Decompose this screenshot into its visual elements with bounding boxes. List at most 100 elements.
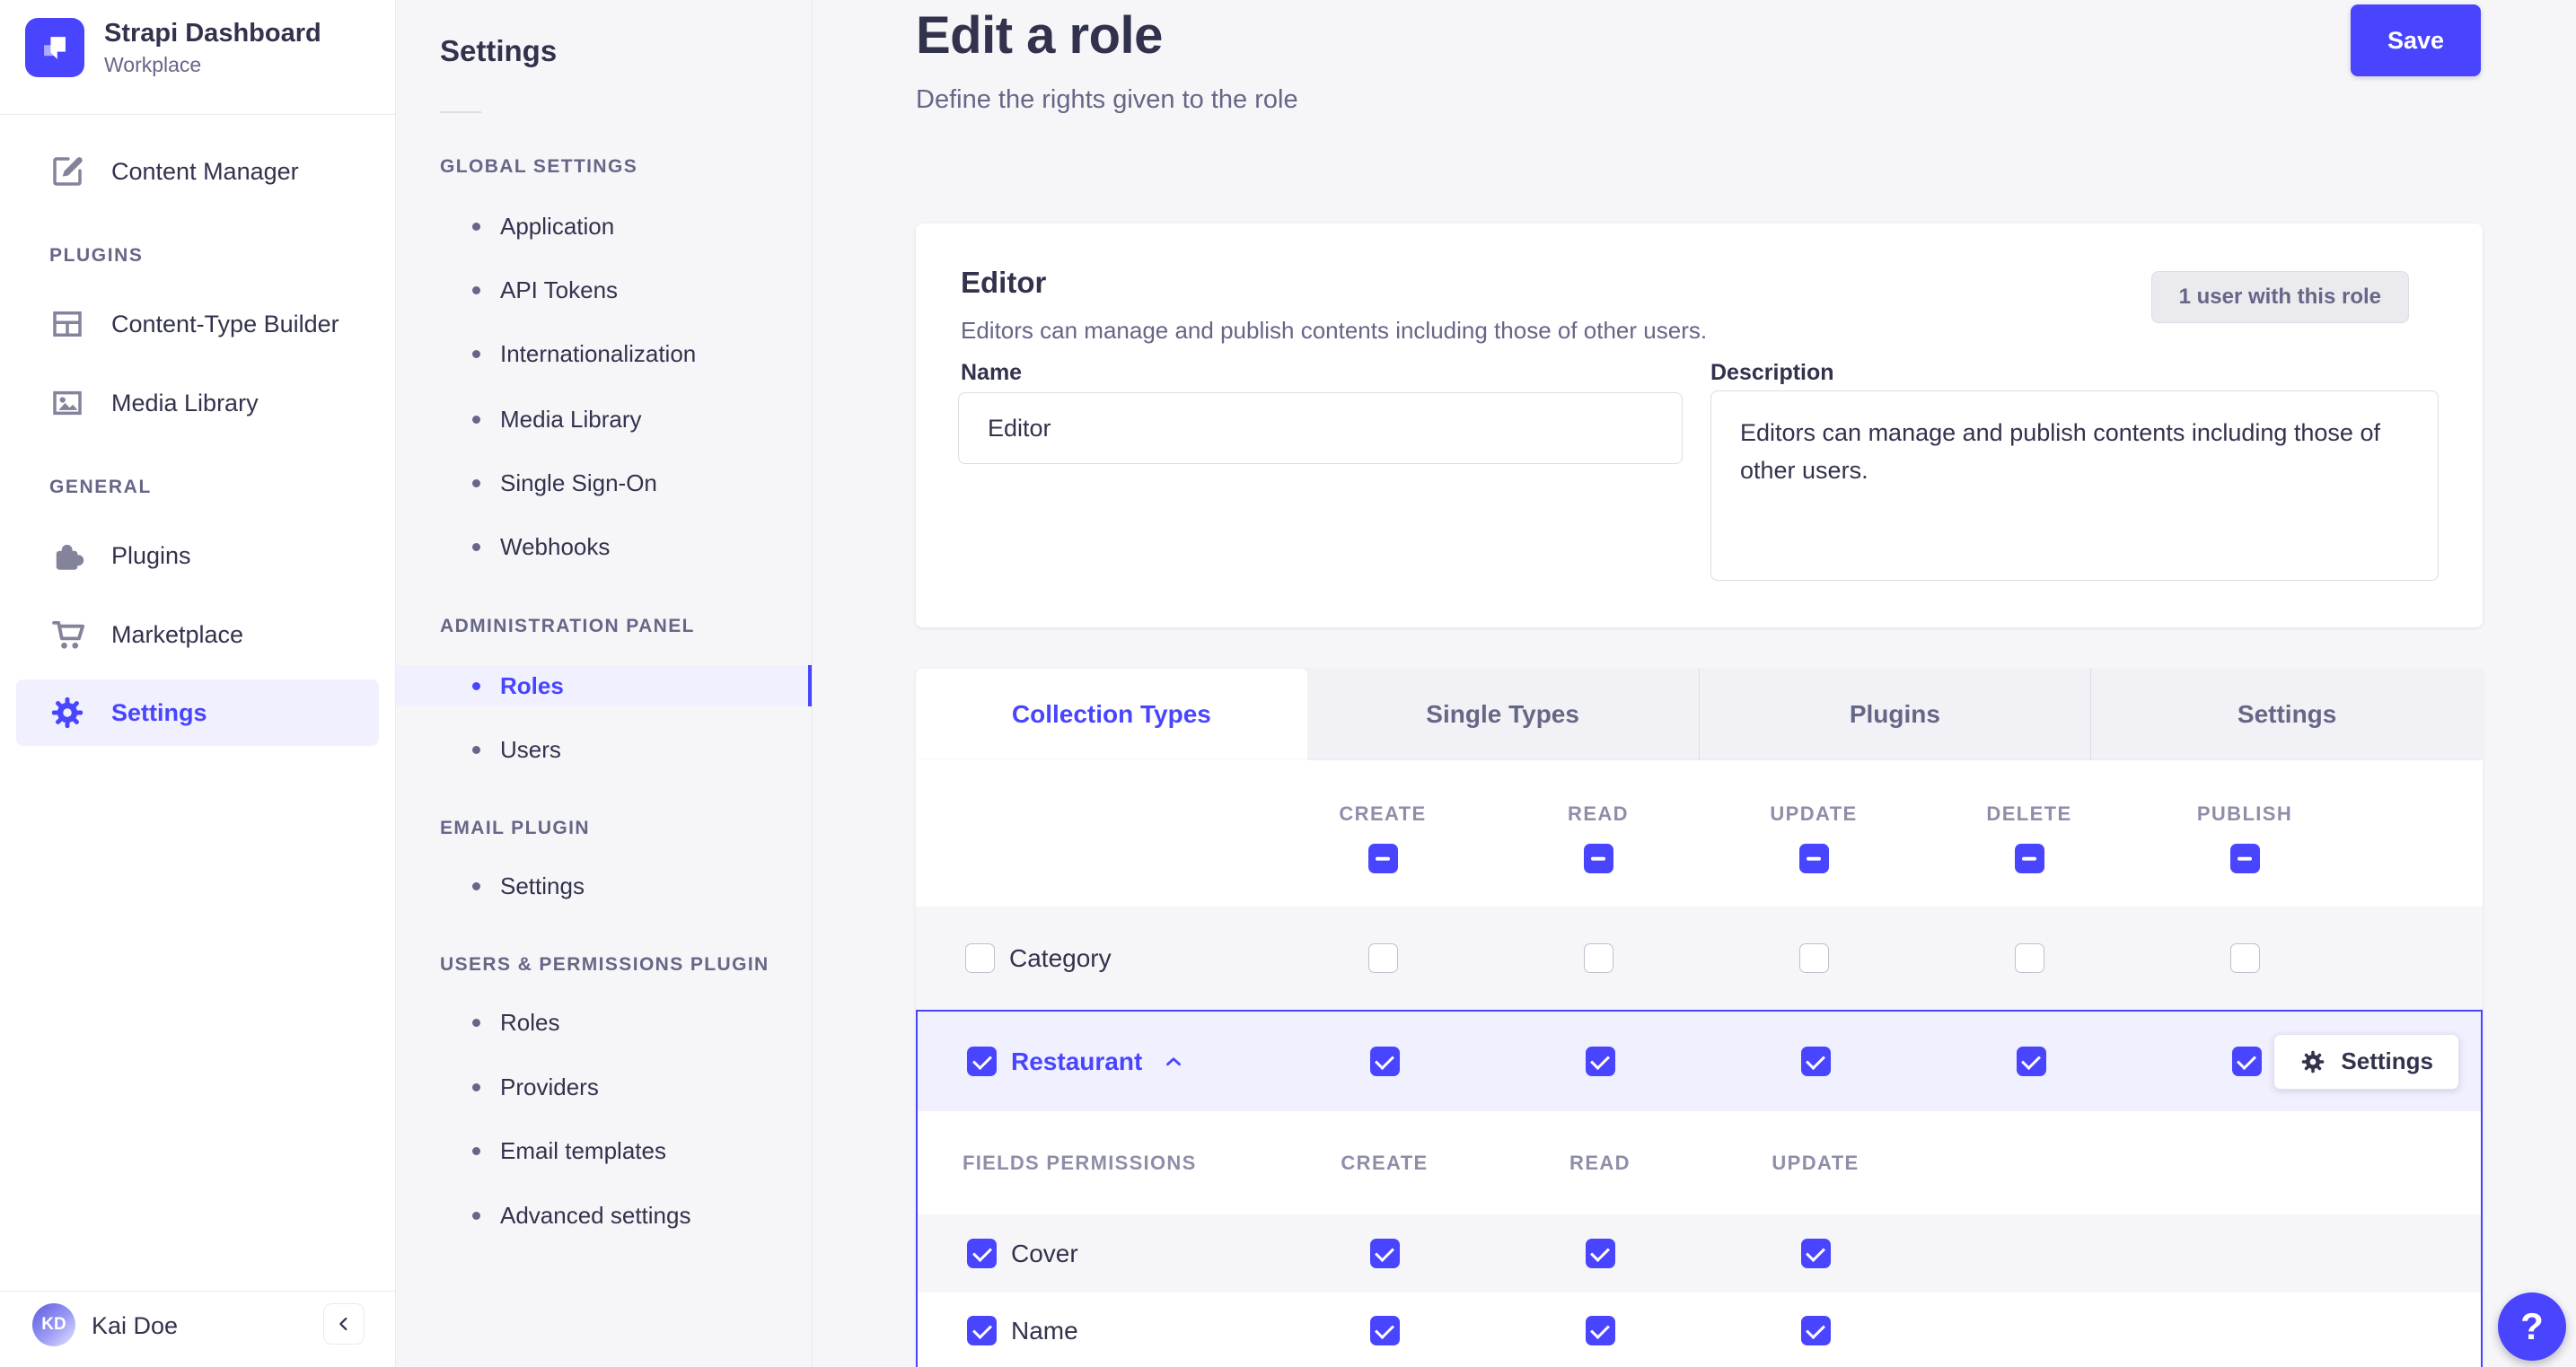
restaurant-create-checkbox[interactable] bbox=[1369, 1047, 1400, 1076]
restaurant-read-checkbox[interactable] bbox=[1585, 1047, 1615, 1076]
subnav-item-providers[interactable]: Providers bbox=[396, 1066, 812, 1108]
subnav-item-users[interactable]: Users bbox=[396, 729, 812, 770]
category-row-checkbox[interactable] bbox=[965, 943, 995, 973]
tab-plugins[interactable]: Plugins bbox=[1698, 669, 2091, 760]
name-row-checkbox[interactable] bbox=[967, 1316, 997, 1345]
sidebar-item-marketplace[interactable]: Marketplace bbox=[16, 605, 379, 664]
select-all-read-checkbox[interactable] bbox=[1583, 844, 1613, 873]
cover-read-checkbox[interactable] bbox=[1585, 1239, 1615, 1268]
sidebar-item-settings[interactable]: Settings bbox=[16, 679, 379, 746]
permissions-header-row: CREATE READ UPDATE DELETE PUBLISH bbox=[916, 760, 2483, 907]
bullet-icon bbox=[472, 1082, 480, 1091]
divider bbox=[0, 1291, 395, 1292]
name-field-label: Name bbox=[961, 360, 1023, 385]
row-label[interactable]: Category bbox=[1009, 944, 1112, 973]
restaurant-expanded-section: Restaurant Settings FIELDS PERMISSIONS C… bbox=[916, 1010, 2483, 1367]
field-row-name: Name bbox=[918, 1293, 2481, 1367]
tab-settings[interactable]: Settings bbox=[2090, 669, 2483, 760]
sidebar-item-media-library[interactable]: Media Library bbox=[16, 373, 379, 433]
bullet-icon bbox=[472, 745, 480, 754]
category-update-checkbox[interactable] bbox=[1798, 943, 1829, 973]
avatar[interactable]: KD bbox=[32, 1303, 75, 1346]
subnav-item-advanced-settings[interactable]: Advanced settings bbox=[396, 1195, 812, 1236]
marketplace-icon bbox=[52, 620, 85, 649]
bullet-icon bbox=[472, 881, 480, 890]
subnav-item-label: API Tokens bbox=[500, 276, 619, 303]
column-header-label: CREATE bbox=[1339, 802, 1427, 825]
role-description-textarea[interactable]: Editors can manage and publish contents … bbox=[1710, 390, 2439, 581]
category-delete-checkbox[interactable] bbox=[2014, 943, 2044, 973]
cover-row-checkbox[interactable] bbox=[967, 1239, 997, 1268]
cover-update-checkbox[interactable] bbox=[1800, 1239, 1831, 1268]
sidebar-item-label: Media Library bbox=[111, 389, 259, 416]
workspace-name: Workplace bbox=[104, 52, 202, 76]
restaurant-publish-checkbox[interactable] bbox=[2231, 1047, 2262, 1076]
table-row-category: Category bbox=[916, 907, 2483, 1010]
role-name-heading: Editor bbox=[961, 266, 1047, 299]
media-library-icon bbox=[53, 390, 82, 416]
collapse-sidebar-button[interactable] bbox=[323, 1303, 365, 1345]
role-details-card: Editor Editors can manage and publish co… bbox=[916, 223, 2483, 627]
help-button[interactable]: ? bbox=[2498, 1293, 2566, 1361]
sidebar-item-content-type-builder[interactable]: Content-Type Builder bbox=[16, 294, 379, 354]
bullet-icon bbox=[472, 349, 480, 358]
subnav-item-label: Email templates bbox=[500, 1136, 666, 1164]
subnav-item-label: Media Library bbox=[500, 405, 642, 433]
divider bbox=[0, 114, 395, 115]
bullet-icon bbox=[472, 542, 480, 551]
page-subtitle: Define the rights given to the role bbox=[916, 85, 1298, 114]
tab-single-types[interactable]: Single Types bbox=[1307, 669, 1699, 760]
subnav-section-users-permissions-plugin: USERS & PERMISSIONS PLUGIN bbox=[440, 954, 769, 975]
cover-create-checkbox[interactable] bbox=[1369, 1239, 1400, 1268]
bullet-icon bbox=[472, 478, 480, 487]
subnav-item-roles-admin[interactable]: Roles bbox=[396, 665, 812, 706]
subnav-item-webhooks[interactable]: Webhooks bbox=[396, 526, 812, 567]
save-button[interactable]: Save bbox=[2350, 4, 2481, 76]
column-read: READ bbox=[1490, 760, 1706, 907]
sidebar-item-plugins[interactable]: Plugins bbox=[16, 526, 379, 585]
category-read-checkbox[interactable] bbox=[1583, 943, 1613, 973]
permissions-tabbar: Collection Types Single Types Plugins Se… bbox=[916, 669, 2483, 760]
select-all-delete-checkbox[interactable] bbox=[2014, 844, 2044, 873]
fields-permissions-header-row: FIELDS PERMISSIONS CREATE READ UPDATE bbox=[918, 1111, 2481, 1214]
select-all-create-checkbox[interactable] bbox=[1367, 844, 1398, 873]
subnav-item-email-settings[interactable]: Settings bbox=[396, 865, 812, 907]
name-create-checkbox[interactable] bbox=[1369, 1316, 1400, 1345]
name-update-checkbox[interactable] bbox=[1800, 1316, 1831, 1345]
subnav-item-label: Roles bbox=[500, 1008, 560, 1036]
category-publish-checkbox[interactable] bbox=[2229, 943, 2260, 973]
tab-collection-types[interactable]: Collection Types bbox=[916, 669, 1307, 760]
role-name-input[interactable] bbox=[958, 392, 1683, 464]
restaurant-delete-checkbox[interactable] bbox=[2016, 1047, 2046, 1076]
subnav-item-roles-up[interactable]: Roles bbox=[396, 1002, 812, 1043]
sidebar-item-content-manager[interactable]: Content Manager bbox=[16, 142, 379, 201]
subnav-item-media-library[interactable]: Media Library bbox=[396, 399, 812, 440]
settings-subnav: Settings GLOBAL SETTINGS Application API… bbox=[396, 0, 813, 1367]
category-create-checkbox[interactable] bbox=[1367, 943, 1398, 973]
header-label-cell bbox=[916, 760, 1275, 907]
plugins-icon bbox=[56, 544, 84, 570]
restaurant-settings-button[interactable]: Settings bbox=[2273, 1033, 2459, 1090]
name-read-checkbox[interactable] bbox=[1585, 1316, 1615, 1345]
restaurant-update-checkbox[interactable] bbox=[1800, 1047, 1831, 1076]
sidebar-item-label: Content-Type Builder bbox=[111, 310, 339, 337]
restaurant-row-checkbox[interactable] bbox=[967, 1047, 997, 1076]
row-label[interactable]: Restaurant bbox=[1011, 1047, 1142, 1076]
chevron-up-icon[interactable] bbox=[1162, 1050, 1185, 1073]
column-publish: PUBLISH bbox=[2137, 760, 2352, 907]
workspace-brand[interactable]: Strapi Dashboard Workplace bbox=[25, 18, 321, 77]
subnav-item-label: Webhooks bbox=[500, 532, 611, 560]
subnav-item-email-templates[interactable]: Email templates bbox=[396, 1130, 812, 1171]
gear-icon bbox=[2302, 1050, 2325, 1073]
subnav-title: Settings bbox=[440, 34, 558, 67]
subnav-item-internationalization[interactable]: Internationalization bbox=[396, 333, 812, 374]
subnav-item-label: Single Sign-On bbox=[500, 469, 657, 496]
app-sidebar: Strapi Dashboard Workplace Content Manag… bbox=[0, 0, 396, 1367]
subnav-item-api-tokens[interactable]: API Tokens bbox=[396, 269, 812, 311]
select-all-publish-checkbox[interactable] bbox=[2229, 844, 2260, 873]
subnav-item-single-sign-on[interactable]: Single Sign-On bbox=[396, 462, 812, 504]
subnav-item-application[interactable]: Application bbox=[396, 206, 812, 247]
select-all-update-checkbox[interactable] bbox=[1798, 844, 1829, 873]
users-with-role-button[interactable]: 1 user with this role bbox=[2150, 271, 2409, 323]
bullet-icon bbox=[472, 415, 480, 424]
